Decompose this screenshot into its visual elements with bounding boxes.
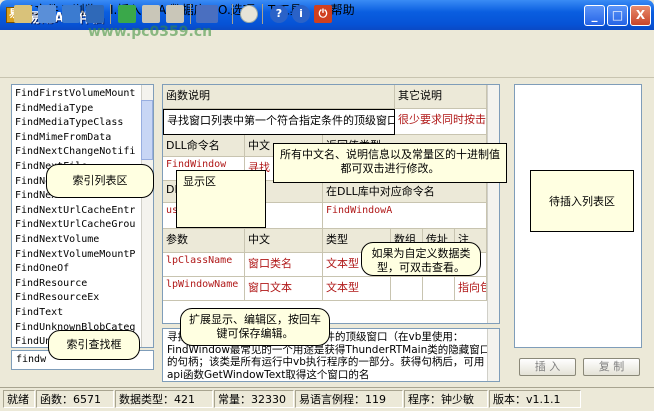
index-list-item[interactable]: FindNextUrlCacheGrou [15, 218, 135, 233]
dll-alias-value[interactable]: FindWindowA [323, 203, 487, 229]
callout-index-list: 索引列表区 [46, 164, 154, 198]
expand-edit-scrollbar[interactable] [487, 329, 499, 381]
arrow-right-icon[interactable] [166, 5, 184, 23]
callout-custom-type: 如果为自定义数据类型，可双击查看。 [361, 242, 481, 276]
status-constants: 常量：32330 [214, 390, 294, 408]
callout-edit-note: 所有中文名、说明信息以及常量区的十进制值都可双击进行修改。 [273, 143, 507, 183]
window-icon[interactable] [62, 5, 80, 23]
toolbar [0, 50, 654, 78]
watermark-text: www.pc0359.cn [88, 24, 213, 40]
index-list-item[interactable]: FindNextChangeNotifi [15, 145, 135, 160]
index-list-item[interactable]: FindFirstVolumeMount [15, 87, 135, 102]
callout-expand-edit: 扩展显示、编辑区，按回车键可保存编辑。 [180, 308, 330, 346]
index-list-scroll-thumb[interactable] [141, 100, 153, 160]
minimize-button[interactable]: _ [584, 5, 605, 26]
dll-command-header: DLL命令名 [163, 135, 245, 157]
search-icon[interactable] [240, 5, 258, 23]
param-name[interactable]: lpClassName [163, 253, 245, 277]
index-list-panel[interactable]: FindFirstVolumeMount FindMediaType FindMed… [11, 84, 154, 348]
window-group-icon[interactable] [86, 5, 104, 23]
callout-index-search: 索引查找框 [48, 330, 140, 360]
format-dropdown-icon[interactable] [196, 5, 218, 23]
status-ready: 就绪 [3, 390, 35, 408]
index-list-item[interactable]: FindNextVolume [15, 233, 135, 248]
status-types: 数据类型：421 [115, 390, 213, 408]
param-note[interactable]: 指向包 [455, 277, 487, 301]
status-functions: 函数：6571 [36, 390, 114, 408]
param-array[interactable] [391, 277, 423, 301]
index-list-item[interactable]: FindNextVolumeMountP [15, 248, 135, 263]
other-value[interactable]: 很少要求同时按击 [395, 109, 487, 135]
param-chinese[interactable]: 窗口文本 [245, 277, 323, 301]
close-button[interactable]: X [630, 5, 651, 26]
copy-window-icon[interactable] [38, 5, 56, 23]
index-list-item[interactable]: FindNextUrlCacheEntr [15, 204, 135, 219]
other-header: 其它说明 [395, 85, 487, 109]
toolbar-separator [110, 4, 111, 24]
dll-alias-header: 在DLL库中对应命令名 [323, 181, 487, 203]
index-list-item[interactable]: FindText [15, 306, 135, 321]
add-icon[interactable] [118, 5, 136, 23]
index-list-item[interactable]: FindMimeFromData [15, 131, 135, 146]
param-chinese[interactable]: 窗口类名 [245, 253, 323, 277]
index-list-item[interactable]: FindMediaTypeClass [15, 116, 135, 131]
param-chinese-header: 中文 [245, 229, 323, 253]
toolbar-separator [190, 4, 191, 24]
param-header: 参数 [163, 229, 245, 253]
help-icon[interactable]: ? [270, 5, 288, 23]
param-byref[interactable] [423, 277, 455, 301]
callout-display: 显示区 [176, 170, 266, 228]
copy-button[interactable]: 复 制 [583, 358, 640, 376]
index-list-item[interactable]: FindResourceEx [15, 291, 135, 306]
index-list-item[interactable]: FindResource [15, 277, 135, 292]
maximize-button[interactable]: □ [607, 5, 628, 26]
status-samples: 易语言例程：119 [295, 390, 403, 408]
index-list[interactable]: FindFirstVolumeMount FindMediaType FindMed… [15, 87, 135, 347]
status-version: 版本：v1.1.1 [489, 390, 581, 408]
toolbar-separator [232, 4, 233, 24]
insert-button[interactable]: 插 入 [519, 358, 576, 376]
index-list-item[interactable]: FindMediaType [15, 102, 135, 117]
display-scrollbar[interactable] [487, 85, 499, 323]
callout-insert-list: 待插入列表区 [530, 170, 634, 232]
desc-value[interactable]: 寻找窗口列表中第一个符合指定条件的顶级窗口 [163, 109, 395, 135]
list-icon[interactable] [142, 5, 160, 23]
desc-header: 函数说明 [163, 85, 395, 109]
index-list-item[interactable]: FindOneOf [15, 262, 135, 277]
toolbar-separator [262, 4, 263, 24]
param-type[interactable]: 文本型 [323, 277, 391, 301]
info-icon[interactable]: i [292, 5, 310, 23]
new-icon[interactable] [14, 5, 32, 23]
param-name[interactable]: lpWindowName [163, 277, 245, 301]
power-icon[interactable]: ⏻ [314, 5, 332, 23]
status-author: 程序：钟少敏 [404, 390, 488, 408]
